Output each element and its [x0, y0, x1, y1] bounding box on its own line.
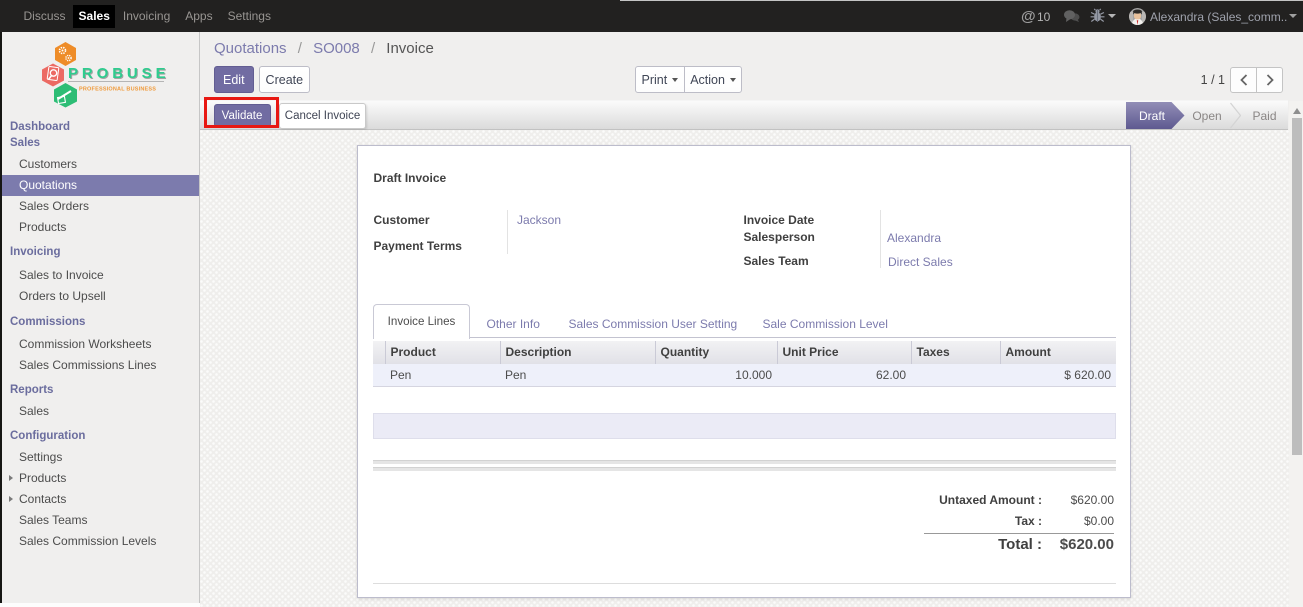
- svg-text:PROFESSIONAL BUSINESS: PROFESSIONAL BUSINESS: [79, 87, 156, 93]
- svg-text:PROBUSE: PROBUSE: [68, 65, 169, 82]
